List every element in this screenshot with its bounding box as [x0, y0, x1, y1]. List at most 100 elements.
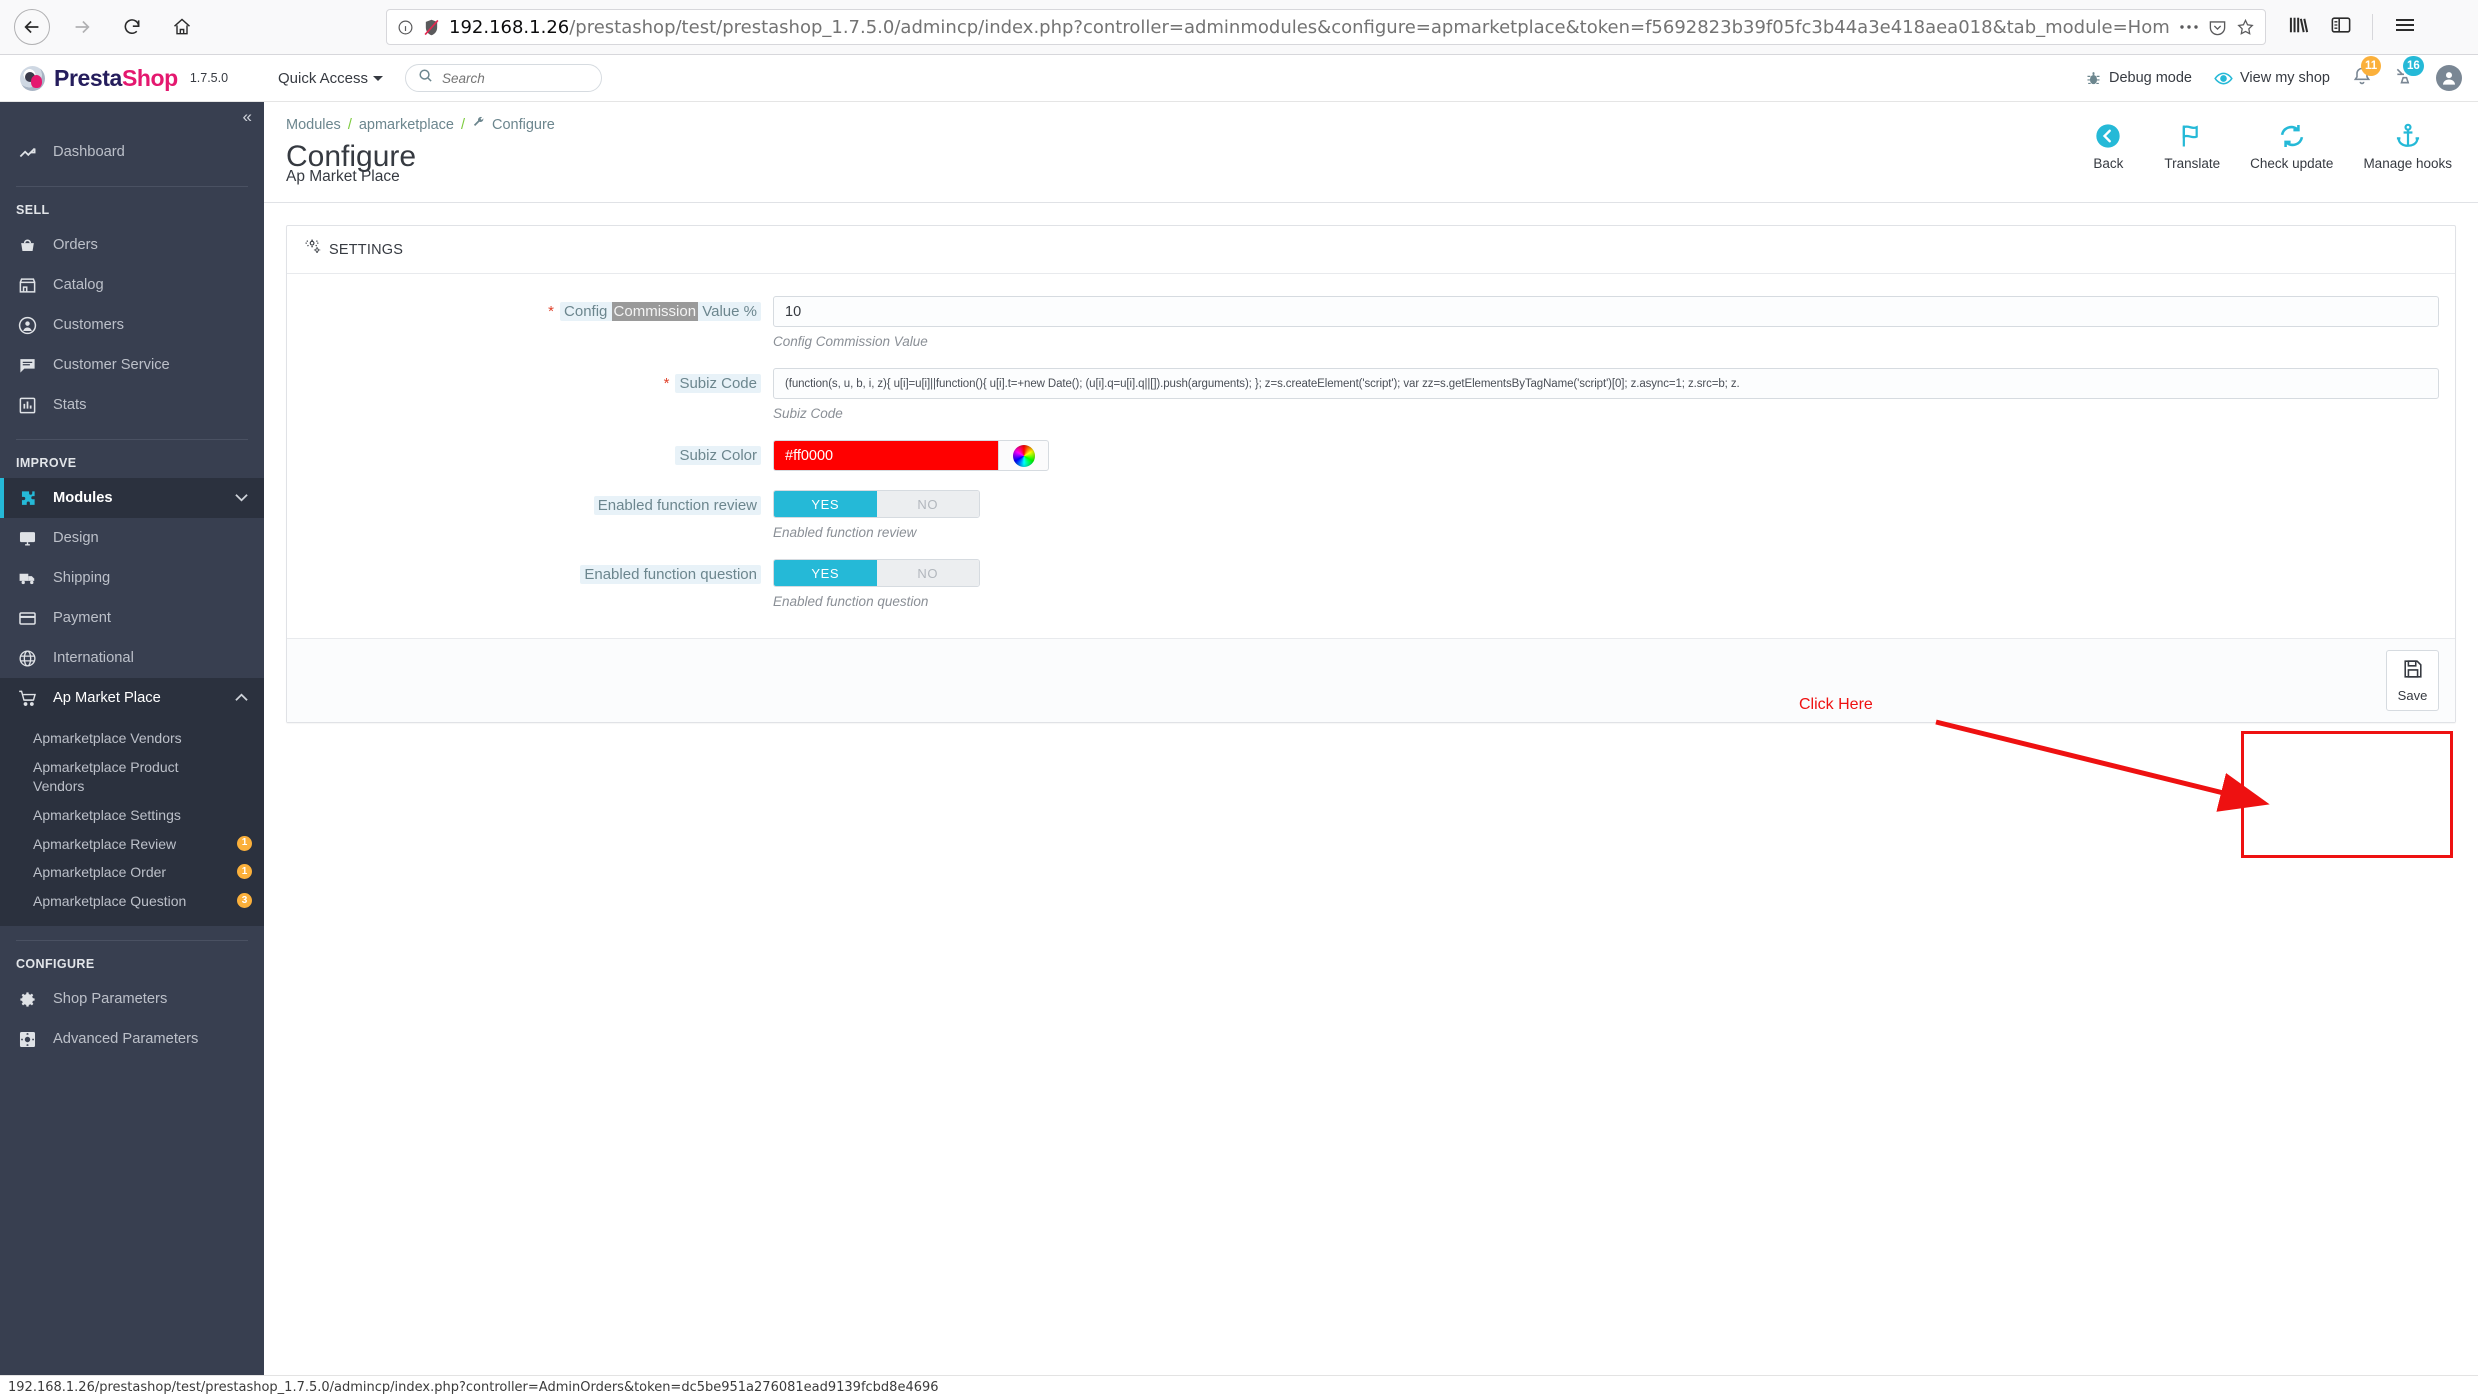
sidebar-section-sell: SELL: [16, 203, 50, 217]
orders-notifications-button[interactable]: 16: [2394, 55, 2424, 91]
library-icon[interactable]: [2288, 15, 2310, 40]
sidebar-item-apmarketplace-review[interactable]: Apmarketplace Review 1: [0, 830, 264, 859]
sub-item-badge: 1: [237, 835, 252, 851]
sidebar-item-label: Dashboard: [53, 144, 125, 160]
quick-access-menu[interactable]: Quick Access: [278, 69, 384, 87]
sidebar-section-configure: CONFIGURE: [16, 957, 95, 972]
sidebar-item-label: International: [53, 650, 134, 666]
sidebar-toggle-icon[interactable]: [2330, 15, 2352, 40]
sidebar-item-ap-market-place[interactable]: Ap Market Place: [0, 678, 264, 718]
field-control: [773, 440, 2439, 471]
breadcrumb-modules[interactable]: Modules: [286, 117, 341, 133]
prestashop-header: PrestaShop 1.7.5.0 Quick Access Debug mo…: [0, 55, 2478, 102]
truck-icon: [16, 569, 38, 588]
field-subiz-color: Subiz Color: [303, 440, 2439, 471]
basket-icon: [16, 236, 38, 255]
sidebar: « Dashboard SELL Orders Catalog Customer…: [0, 102, 264, 1375]
sidebar-item-shipping[interactable]: Shipping: [0, 558, 264, 598]
color-picker-button[interactable]: [998, 440, 1049, 471]
toggle-yes[interactable]: YES: [774, 491, 877, 517]
sidebar-item-customer-service[interactable]: Customer Service: [0, 345, 264, 385]
translate-button[interactable]: Translate: [2164, 122, 2220, 171]
url-bar[interactable]: 192.168.1.26/prestashop/test/prestashop_…: [386, 9, 2266, 45]
sidebar-item-advanced-parameters[interactable]: Advanced Parameters: [0, 1019, 264, 1059]
settings-panel-header: SETTINGS: [287, 226, 2455, 274]
sidebar-item-payment[interactable]: Payment: [0, 598, 264, 638]
sidebar-item-design[interactable]: Design: [0, 518, 264, 558]
search-box[interactable]: [405, 64, 603, 92]
color-wheel-icon: [1012, 444, 1035, 467]
sidebar-item-apmarketplace-order[interactable]: Apmarketplace Order 1: [0, 858, 264, 887]
label-suffix: Value %: [698, 303, 757, 320]
subiz-color-input[interactable]: [773, 440, 998, 471]
sidebar-item-label: Stats: [53, 397, 87, 413]
page-header: Modules / apmarketplace / Configure Conf…: [264, 102, 2478, 203]
manage-hooks-button[interactable]: Manage hooks: [2363, 122, 2452, 171]
action-label: Check update: [2250, 156, 2334, 171]
sidebar-item-stats[interactable]: Stats: [0, 385, 264, 425]
wrench-icon: [472, 116, 485, 133]
notifications-button[interactable]: 11: [2352, 55, 2382, 91]
prestashop-logo[interactable]: PrestaShop 1.7.5.0: [20, 65, 278, 92]
field-control: YES NO Enabled function question: [773, 559, 2439, 609]
search-input[interactable]: [442, 70, 590, 86]
pocket-icon[interactable]: [2208, 18, 2227, 37]
toggle-yes[interactable]: YES: [774, 560, 877, 586]
subiz-code-input[interactable]: (function(s, u, b, i, z){ u[i]=u[i]||fun…: [773, 368, 2439, 399]
breadcrumb-apmarketplace[interactable]: apmarketplace: [359, 117, 454, 133]
sidebar-item-apmarketplace-product-vendors[interactable]: Apmarketplace Product Vendors: [0, 753, 264, 801]
sub-item-badge: 1: [237, 864, 252, 880]
reload-icon[interactable]: [114, 9, 150, 45]
field-label-text: Config Commission Value %: [560, 302, 761, 321]
toggle-no[interactable]: NO: [876, 560, 979, 586]
card-icon: [16, 609, 38, 628]
view-my-shop-link[interactable]: View my shop: [2214, 69, 2330, 88]
hamburger-menu-icon[interactable]: [2393, 15, 2417, 40]
check-update-button[interactable]: Check update: [2250, 122, 2333, 171]
brand-wordmark: PrestaShop: [54, 65, 178, 92]
forward-arrow-icon[interactable]: [64, 9, 100, 45]
field-label-text: Subiz Color: [675, 446, 761, 465]
required-asterisk: *: [548, 303, 555, 320]
page-info-icon[interactable]: [397, 19, 414, 36]
anchor-icon: [2394, 122, 2422, 150]
field-subiz-code: * Subiz Code (function(s, u, b, i, z){ u…: [303, 368, 2439, 421]
sub-item-label: Apmarketplace Product Vendors: [33, 758, 179, 794]
enabled-function-review-toggle[interactable]: YES NO: [773, 490, 980, 518]
avatar[interactable]: [2436, 65, 2462, 91]
gear-square-icon: [16, 1030, 38, 1049]
bar-chart-icon: [16, 396, 38, 415]
page-actions-icon[interactable]: [2179, 24, 2199, 30]
field-label: * Config Commission Value %: [303, 296, 773, 349]
back-button[interactable]: Back: [2082, 122, 2134, 171]
sidebar-item-international[interactable]: International: [0, 638, 264, 678]
toggle-no[interactable]: NO: [876, 491, 979, 517]
chat-icon: [16, 356, 38, 375]
sidebar-item-modules[interactable]: Modules: [0, 478, 264, 518]
sidebar-item-apmarketplace-settings[interactable]: Apmarketplace Settings: [0, 801, 264, 830]
version-label: 1.7.5.0: [189, 71, 229, 85]
quick-access-label: Quick Access: [278, 69, 369, 87]
gears-icon: [305, 239, 322, 260]
sidebar-item-dashboard[interactable]: Dashboard: [0, 132, 264, 172]
sidebar-item-label: Payment: [53, 610, 111, 626]
debug-mode-indicator[interactable]: Debug mode: [2085, 70, 2192, 87]
enabled-function-question-toggle[interactable]: YES NO: [773, 559, 980, 587]
sidebar-item-orders[interactable]: Orders: [0, 225, 264, 265]
sidebar-item-shop-parameters[interactable]: Shop Parameters: [0, 979, 264, 1019]
save-button[interactable]: Save: [2386, 650, 2439, 711]
save-button-label: Save: [2397, 688, 2428, 703]
home-icon[interactable]: [164, 9, 200, 45]
back-arrow-icon[interactable]: [14, 9, 50, 45]
sidebar-item-catalog[interactable]: Catalog: [0, 265, 264, 305]
breadcrumb-separator: /: [347, 116, 352, 133]
sidebar-item-apmarketplace-vendors[interactable]: Apmarketplace Vendors: [0, 724, 264, 753]
sidebar-item-apmarketplace-question[interactable]: Apmarketplace Question 3: [0, 887, 264, 916]
bookmark-star-icon[interactable]: [2236, 18, 2255, 37]
tracking-protection-icon[interactable]: [423, 18, 440, 37]
cart-icon: [16, 689, 38, 708]
sidebar-section-improve: IMPROVE: [16, 456, 77, 470]
sidebar-collapse-button[interactable]: «: [0, 102, 264, 132]
sidebar-item-customers[interactable]: Customers: [0, 305, 264, 345]
config-commission-value-input[interactable]: [773, 296, 2439, 327]
